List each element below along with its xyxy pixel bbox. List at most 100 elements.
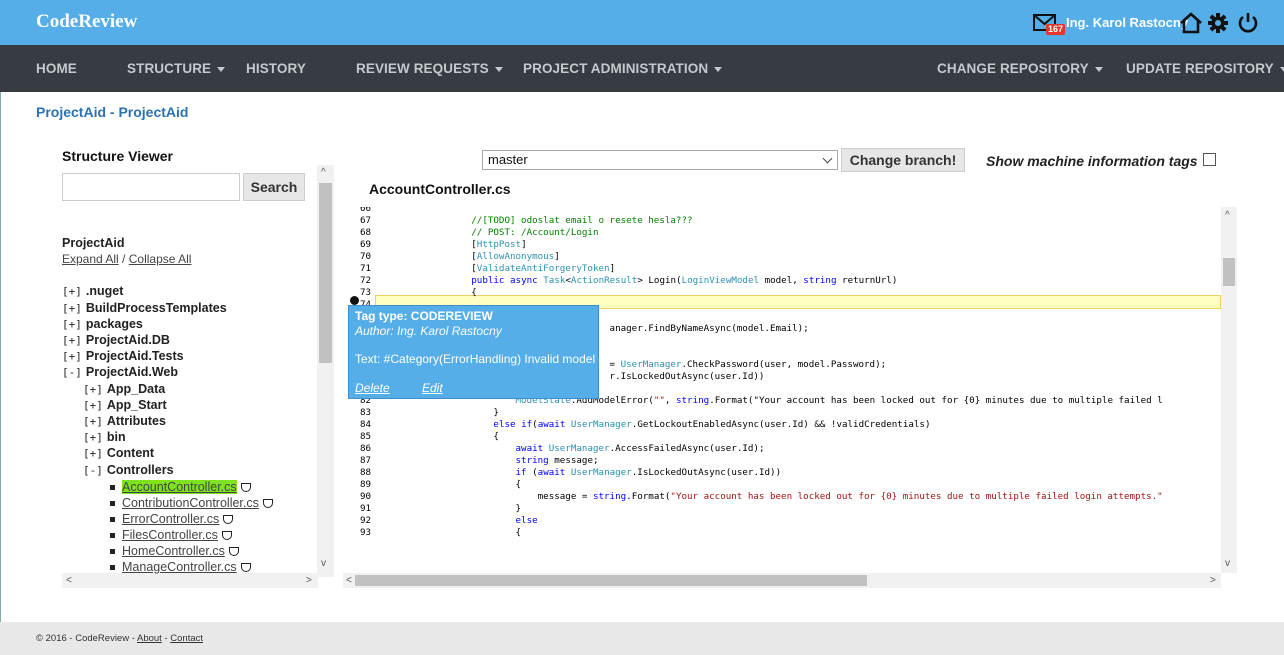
tree-node-app-data[interactable]: [+] App_Data (83, 382, 165, 396)
caret-down-icon (1094, 66, 1103, 72)
collapse-toggle-icon[interactable]: [-] (83, 464, 103, 477)
file-item[interactable]: AccountController.cs (110, 480, 251, 494)
structure-viewer-title: Structure Viewer (62, 148, 174, 164)
file-item[interactable]: FilesController.cs (110, 528, 232, 542)
expand-toggle-icon[interactable]: [+] (62, 302, 82, 315)
brand-logo[interactable]: CodeReview (36, 11, 137, 33)
search-input[interactable] (62, 173, 240, 201)
expand-toggle-icon[interactable]: [+] (62, 318, 82, 331)
file-link[interactable]: HomeController.cs (122, 544, 225, 558)
footer-separator: - (161, 633, 171, 644)
scroll-down-icon[interactable]: v (321, 558, 326, 569)
tree-node-content[interactable]: [+] Content (83, 446, 154, 460)
shield-icon (221, 531, 232, 541)
branch-select[interactable]: master (482, 150, 838, 170)
contact-link[interactable]: Contact (170, 633, 203, 644)
expand-all-link[interactable]: Expand All (62, 252, 119, 266)
expand-toggle-icon[interactable]: [+] (83, 431, 103, 444)
nav-project-administration[interactable]: PROJECT ADMINISTRATION (523, 61, 723, 76)
file-link[interactable]: ContributionController.cs (122, 496, 259, 510)
expand-toggle-icon[interactable]: [+] (83, 383, 103, 396)
scroll-up-icon[interactable]: ^ (321, 167, 326, 178)
code-text: { (427, 527, 522, 538)
power-icon[interactable] (1236, 12, 1260, 34)
file-item[interactable]: ManageController.cs (110, 560, 251, 574)
user-name[interactable]: Ing. Karol Rastocny (1066, 15, 1188, 30)
nav-structure[interactable]: STRUCTURE (127, 61, 226, 76)
expand-toggle-icon[interactable]: [+] (62, 334, 82, 347)
change-branch-button[interactable]: Change branch! (841, 148, 965, 172)
file-link[interactable]: ManageController.cs (122, 560, 237, 574)
page-border (0, 92, 1, 622)
code-text: // POST: /Account/Login (427, 227, 599, 238)
scroll-left-icon[interactable]: < (346, 575, 352, 586)
line-number: 71 (360, 263, 372, 274)
file-link[interactable]: AccountController.cs (122, 480, 237, 494)
code-text: { (427, 431, 499, 442)
tree-node-nuget[interactable]: [+] .nuget (62, 284, 123, 298)
nav-review-requests[interactable]: REVIEW REQUESTS (356, 61, 503, 76)
nav-home[interactable]: HOME (36, 61, 77, 76)
tree-vertical-scrollbar[interactable] (317, 165, 334, 577)
tree-scroll-thumb[interactable] (319, 183, 332, 363)
collapse-toggle-icon[interactable]: [-] (62, 366, 82, 379)
code-vertical-scroll-thumb[interactable] (1223, 258, 1235, 286)
tree-node-bin[interactable]: [+] bin (83, 430, 126, 444)
shield-icon (240, 563, 251, 573)
shield-icon (223, 515, 234, 525)
tag-marker-icon[interactable] (350, 296, 359, 305)
mail-count-badge: 167 (1046, 24, 1066, 35)
gear-icon[interactable] (1206, 12, 1230, 34)
nav-history[interactable]: HISTORY (246, 61, 306, 76)
caret-down-icon (217, 66, 226, 72)
tree-node-packages[interactable]: [+] packages (62, 317, 143, 331)
about-link[interactable]: About (137, 633, 162, 644)
scroll-left-icon[interactable]: < (66, 575, 72, 586)
scroll-down-icon[interactable]: v (1225, 558, 1230, 569)
file-item[interactable]: ContributionController.cs (110, 496, 273, 510)
tree-node-projectaid-web[interactable]: [-] ProjectAid.Web (62, 365, 178, 379)
expand-toggle-icon[interactable]: [+] (62, 285, 82, 298)
file-link[interactable]: ErrorController.cs (122, 512, 219, 526)
bullet (110, 565, 115, 571)
expand-toggle-icon[interactable]: [+] (83, 415, 103, 428)
tree-node-app-start[interactable]: [+] App_Start (83, 398, 167, 412)
code-text: //[TODO] odoslat email o resete hesla??? (427, 215, 693, 226)
tree-horizontal-scrollbar[interactable] (62, 573, 318, 588)
caret-down-icon (714, 66, 723, 72)
nav-change-repository[interactable]: CHANGE REPOSITORY (937, 61, 1103, 76)
nav-update-repository[interactable]: UPDATE REPOSITORY (1126, 61, 1284, 76)
scroll-up-icon[interactable]: ^ (1225, 210, 1230, 221)
code-text: string message; (515, 455, 599, 466)
footer-text: © 2016 - CodeReview - About - Contact (36, 633, 203, 644)
file-link[interactable]: FilesController.cs (122, 528, 218, 542)
scroll-right-icon[interactable]: > (306, 575, 312, 586)
machine-tags-checkbox[interactable] (1203, 153, 1216, 166)
code-text: [AllowAnonymous] (427, 251, 560, 262)
tree-node-projectaid-db[interactable]: [+] ProjectAid.DB (62, 333, 170, 347)
scroll-right-icon[interactable]: > (1210, 575, 1216, 586)
line-number: 67 (360, 215, 372, 226)
code-text: } (427, 503, 522, 514)
tree-node-buildprocesstemplates[interactable]: [+] BuildProcessTemplates (62, 301, 227, 315)
breadcrumb[interactable]: ProjectAid - ProjectAid (36, 104, 188, 120)
home-icon[interactable] (1179, 12, 1203, 34)
tree-node-attributes[interactable]: [+] Attributes (83, 414, 166, 428)
expand-toggle-icon[interactable]: [+] (83, 399, 103, 412)
file-item[interactable]: HomeController.cs (110, 544, 239, 558)
collapse-all-link[interactable]: Collapse All (129, 252, 192, 266)
tree-node-projectaid-tests[interactable]: [+] ProjectAid.Tests (62, 349, 184, 363)
tree-node-controllers[interactable]: [-] Controllers (83, 463, 174, 477)
expand-toggle-icon[interactable]: [+] (83, 447, 103, 460)
code-text: message = string.Format("Your account ha… (427, 491, 1163, 502)
delete-tag-link[interactable]: Delete (355, 381, 390, 395)
code-horizontal-scroll-thumb[interactable] (355, 575, 867, 586)
file-item[interactable]: ErrorController.cs (110, 512, 234, 526)
line-number: 70 (360, 251, 372, 262)
code-text: else if(await UserManager.GetLockoutEnab… (493, 419, 931, 430)
file-title: AccountController.cs (369, 181, 511, 197)
edit-tag-link[interactable]: Edit (422, 381, 443, 395)
expand-toggle-icon[interactable]: [+] (62, 350, 82, 363)
search-button[interactable]: Search (243, 173, 305, 201)
bullet (110, 517, 115, 523)
